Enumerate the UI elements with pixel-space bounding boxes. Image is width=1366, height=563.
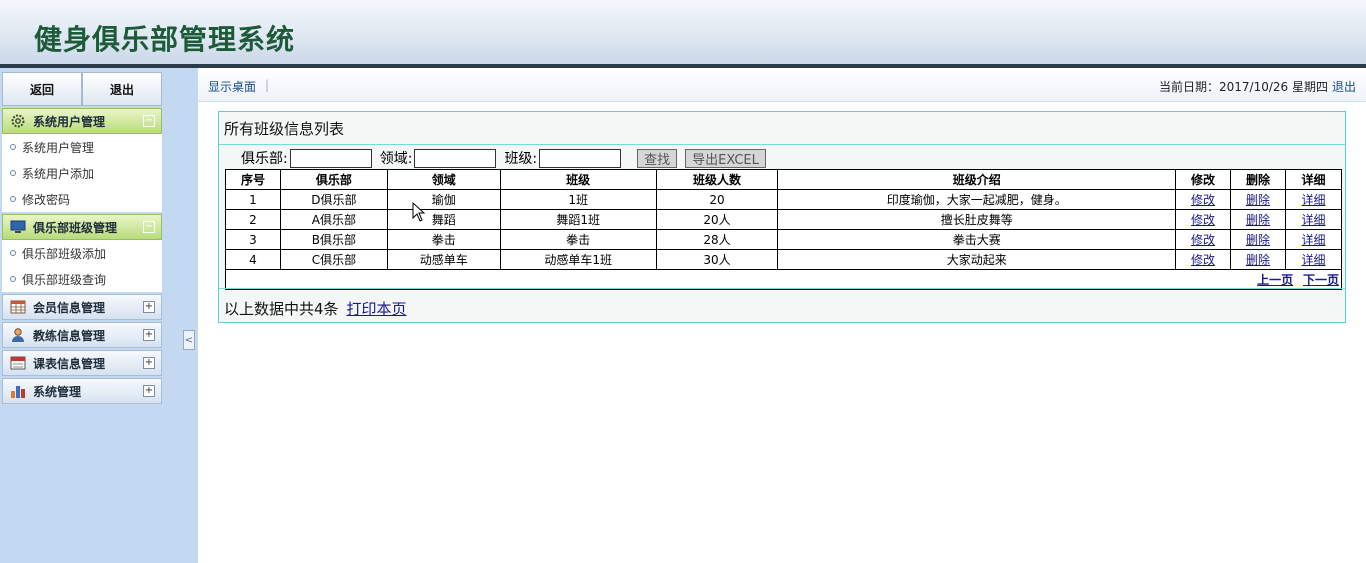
group-label: 俱乐部班级管理 (33, 220, 118, 235)
class-label: 班级: (504, 151, 538, 167)
edit-link[interactable]: 修改 (1191, 233, 1215, 247)
delete-link[interactable]: 删除 (1246, 213, 1270, 227)
export-excel-button[interactable]: 导出EXCEL (685, 148, 766, 168)
class-table: 序号 俱乐部 领域 班级 班级人数 班级介绍 修改 删除 详细 1 D俱乐部 瑜… (225, 169, 1343, 290)
col-class-size: 班级人数 (655, 169, 779, 190)
panel-divider (219, 144, 1345, 145)
edit-link[interactable]: 修改 (1191, 193, 1215, 207)
col-club: 俱乐部 (279, 169, 388, 190)
class-list-panel: 所有班级信息列表 俱乐部: 领域: 班级: 查找 导出EXCEL 序号 俱乐部 … (218, 111, 1346, 323)
bullet-icon (10, 144, 16, 150)
expand-icon[interactable]: + (143, 329, 155, 341)
monitor-icon (9, 219, 27, 235)
toolbar-separator: | (265, 78, 270, 92)
group-items: 俱乐部班级添加 俱乐部班级查询 (2, 240, 162, 292)
collapse-icon[interactable]: − (143, 221, 155, 233)
group-member-info[interactable]: 会员信息管理 + (2, 294, 162, 320)
top-toolbar: 显示桌面 | 当前日期：2017/10/26 星期四 退出 (198, 68, 1366, 102)
print-page-link[interactable]: 打印本页 (347, 300, 407, 318)
logout-link[interactable]: 退出 (1332, 78, 1356, 95)
detail-link[interactable]: 详细 (1301, 213, 1325, 227)
expand-icon[interactable]: + (143, 385, 155, 397)
group-club-class[interactable]: 俱乐部班级管理 − (2, 214, 162, 240)
table-icon (9, 299, 27, 315)
person-icon (9, 327, 27, 343)
main-content: 显示桌面 | 当前日期：2017/10/26 星期四 退出 所有班级信息列表 俱… (198, 68, 1366, 563)
bullet-icon (10, 196, 16, 202)
chevron-left-icon: < (184, 334, 194, 346)
record-count: 以上数据中共4条 (224, 300, 339, 318)
group-label: 课表信息管理 (33, 356, 106, 371)
club-label: 俱乐部: (241, 151, 288, 167)
exit-button[interactable]: 退出 (82, 72, 162, 106)
table-row: 3 B俱乐部 拳击 拳击 28人 拳击大赛 修改 删除 详细 (225, 229, 1343, 250)
group-items: 系统用户管理 系统用户添加 修改密码 (2, 134, 162, 212)
expand-icon[interactable]: + (143, 357, 155, 369)
col-field: 领域 (386, 169, 501, 190)
search-button[interactable]: 查找 (637, 148, 678, 168)
group-label: 系统用户管理 (33, 114, 106, 129)
sidebar-item-class-add[interactable]: 俱乐部班级添加 (2, 240, 162, 266)
expand-icon[interactable]: + (143, 301, 155, 313)
detail-link[interactable]: 详细 (1301, 253, 1325, 267)
table-header: 序号 俱乐部 领域 班级 班级人数 班级介绍 修改 删除 详细 (225, 169, 1343, 190)
back-button[interactable]: 返回 (2, 72, 82, 106)
app-title: 健身俱乐部管理系统 (34, 23, 296, 56)
pager-row: 上一页 下一页 (225, 269, 1342, 290)
group-label: 会员信息管理 (33, 300, 106, 315)
class-input[interactable] (539, 148, 622, 168)
sidebar-top-buttons: 返回 退出 (2, 72, 162, 106)
summary-bar: 以上数据中共4条 打印本页 (224, 298, 407, 319)
col-index: 序号 (225, 169, 281, 190)
col-class-intro: 班级介绍 (777, 169, 1177, 190)
sidebar-item-change-password[interactable]: 修改密码 (2, 186, 162, 212)
edit-link[interactable]: 修改 (1191, 213, 1215, 227)
table-row: 4 C俱乐部 动感单车 动感单车1班 30人 大家动起来 修改 删除 详细 (225, 249, 1343, 270)
sidebar-item-class-query[interactable]: 俱乐部班级查询 (2, 266, 162, 292)
chart-icon (9, 383, 27, 399)
col-edit: 修改 (1175, 169, 1232, 190)
collapse-icon[interactable]: − (143, 115, 155, 127)
field-label: 领域: (379, 151, 413, 167)
next-page-link[interactable]: 下一页 (1303, 273, 1339, 287)
prev-page-link[interactable]: 上一页 (1257, 273, 1293, 287)
field-input[interactable] (414, 148, 497, 168)
bullet-icon (10, 250, 16, 256)
group-label: 系统管理 (33, 384, 82, 399)
calendar-icon (9, 355, 27, 371)
bullet-icon (10, 276, 16, 282)
filter-bar: 俱乐部: 领域: 班级: 查找 导出EXCEL (241, 148, 766, 168)
sidebar-item-user-add[interactable]: 系统用户添加 (2, 160, 162, 186)
table-row: 2 A俱乐部 舞蹈 舞蹈1班 20人 擅长肚皮舞等 修改 删除 详细 (225, 209, 1343, 230)
sidebar: 返回 退出 系统用户管理 − 系统用户管理 系统用户添加 修改密码 俱乐部班级管… (0, 68, 198, 563)
group-schedule-info[interactable]: 课表信息管理 + (2, 350, 162, 376)
group-system-manage[interactable]: 系统管理 + (2, 378, 162, 404)
col-delete: 删除 (1230, 169, 1286, 190)
app-header: 健身俱乐部管理系统 (0, 0, 1366, 66)
edit-link[interactable]: 修改 (1191, 253, 1215, 267)
gear-icon (9, 113, 27, 129)
summary-divider (219, 288, 1345, 289)
sidebar-collapse-button[interactable]: < (183, 330, 195, 350)
show-desktop-link[interactable]: 显示桌面 (208, 78, 256, 95)
detail-link[interactable]: 详细 (1301, 233, 1325, 247)
col-class: 班级 (499, 169, 657, 190)
sidebar-item-user-manage[interactable]: 系统用户管理 (2, 134, 162, 160)
bullet-icon (10, 170, 16, 176)
delete-link[interactable]: 删除 (1246, 193, 1270, 207)
table-row: 1 D俱乐部 瑜伽 1班 20 印度瑜伽，大家一起减肥，健身。 修改 删除 详细 (225, 189, 1343, 210)
club-input[interactable] (289, 148, 372, 168)
group-label: 教练信息管理 (33, 328, 106, 343)
mouse-cursor-icon (412, 202, 426, 222)
current-date: 当前日期：2017/10/26 星期四 (1159, 80, 1328, 94)
panel-title: 所有班级信息列表 (224, 120, 345, 138)
group-system-users[interactable]: 系统用户管理 − (2, 108, 162, 134)
delete-link[interactable]: 删除 (1246, 253, 1270, 267)
group-coach-info[interactable]: 教练信息管理 + (2, 322, 162, 348)
col-detail: 详细 (1284, 169, 1343, 190)
delete-link[interactable]: 删除 (1246, 233, 1270, 247)
detail-link[interactable]: 详细 (1301, 193, 1325, 207)
